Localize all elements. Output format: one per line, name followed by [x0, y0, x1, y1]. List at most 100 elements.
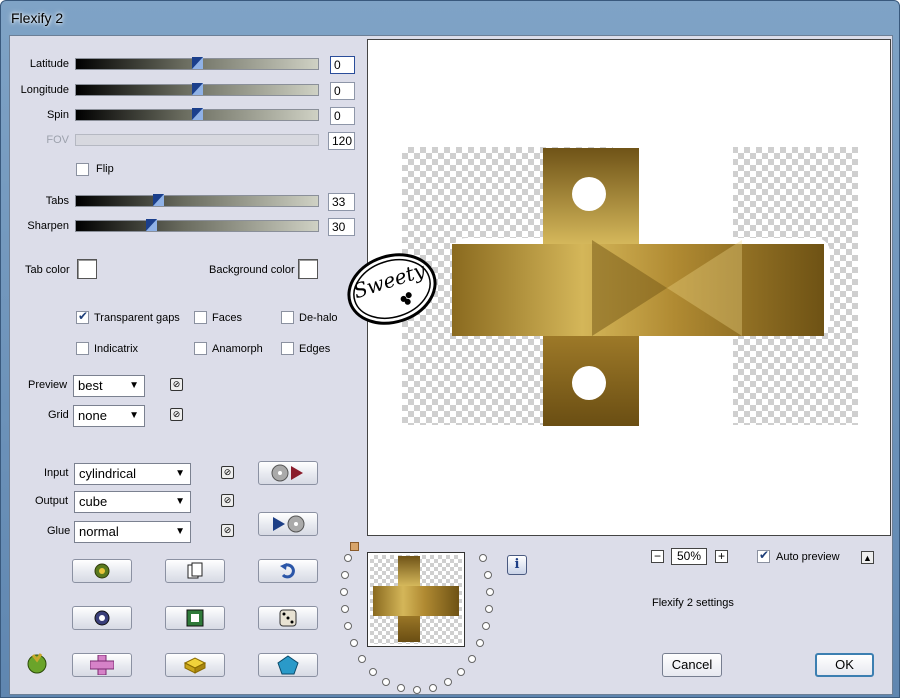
slider-thumb[interactable]	[192, 108, 203, 120]
copy-pages-icon	[187, 562, 203, 579]
background-color-swatch[interactable]	[298, 259, 318, 279]
load-settings-button[interactable]	[258, 461, 318, 485]
link-icon[interactable]: ⊘	[170, 378, 183, 391]
output-projection-select[interactable]: cube ▼	[74, 491, 191, 513]
polyhedron-button[interactable]	[258, 653, 318, 677]
faces-checkbox[interactable]	[194, 311, 207, 324]
undo-arrow-icon	[280, 563, 295, 579]
brick-button[interactable]	[165, 653, 225, 677]
longitude-slider[interactable]	[75, 83, 319, 96]
indicatrix-checkbox[interactable]	[76, 342, 89, 355]
save-settings-button[interactable]	[258, 512, 318, 536]
grid-label: Grid	[48, 409, 69, 421]
chevron-down-icon: ▼	[129, 380, 139, 391]
zoom-level-field[interactable]: 50%	[671, 548, 707, 565]
link-icon[interactable]: ⊘	[221, 524, 234, 537]
chevron-down-icon: ▼	[129, 410, 139, 421]
main-preview-canvas[interactable]: Sweety	[347, 39, 891, 536]
zoom-in-button[interactable]: +	[715, 550, 728, 563]
edges-checkbox[interactable]	[281, 342, 294, 355]
fov-slider[interactable]	[75, 134, 319, 146]
gear-globe-icon	[94, 563, 110, 579]
tabs-value-field[interactable]: 33	[328, 193, 355, 211]
copy-button[interactable]	[165, 559, 225, 583]
title-bar[interactable]: Flexify 2	[1, 1, 899, 35]
slider-thumb[interactable]	[192, 83, 203, 95]
play-disc-icon	[273, 515, 305, 533]
sphere-button[interactable]	[72, 606, 132, 630]
chevron-down-icon: ▼	[175, 526, 185, 537]
dice-icon	[279, 609, 297, 627]
indicatrix-label: Indicatrix	[94, 343, 139, 355]
slider-thumb[interactable]	[153, 194, 164, 206]
auto-preview-label: Auto preview	[776, 551, 840, 563]
ok-button[interactable]: OK	[815, 653, 874, 677]
cross-shape-button[interactable]	[72, 653, 132, 677]
ring-icon	[94, 610, 110, 626]
preview-quality-value: best	[78, 378, 103, 393]
chevron-down-icon: ▼	[175, 496, 185, 507]
disc-play-icon	[271, 464, 303, 482]
fov-label: FOV	[46, 134, 69, 146]
glue-value: normal	[79, 524, 119, 539]
chevron-down-icon: ▼	[175, 468, 185, 479]
tabs-label: Tabs	[45, 195, 69, 207]
glue-select[interactable]: normal ▼	[74, 521, 191, 543]
de-halo-label: De-halo	[299, 312, 338, 324]
latitude-slider[interactable]	[75, 57, 319, 70]
flip-checkbox[interactable]	[76, 163, 89, 176]
grid-select[interactable]: none ▼	[73, 405, 145, 427]
input-projection-value: cylindrical	[79, 466, 137, 481]
zoom-out-button[interactable]: −	[651, 550, 664, 563]
preview-label: Preview	[28, 379, 68, 391]
transparent-gaps-label: Transparent gaps	[94, 312, 180, 324]
spin-slider[interactable]	[75, 108, 319, 121]
sharpen-slider[interactable]	[75, 219, 319, 232]
faces-label: Faces	[212, 312, 242, 324]
de-halo-checkbox[interactable]	[281, 311, 294, 324]
sharpen-value-field[interactable]: 30	[328, 218, 355, 236]
random-dice-button[interactable]	[258, 606, 318, 630]
checkmark-icon: ✔	[78, 309, 89, 323]
transparent-gaps-checkbox[interactable]: ✔	[76, 309, 89, 324]
pentagon-icon	[277, 655, 299, 675]
window-title: Flexify 2	[11, 10, 64, 26]
brick-icon	[183, 657, 207, 674]
link-icon[interactable]: ⊘	[221, 494, 234, 507]
input-projection-select[interactable]: cylindrical ▼	[74, 463, 191, 485]
spin-value-field[interactable]: 0	[330, 107, 355, 125]
tabs-slider[interactable]	[75, 194, 319, 207]
hole	[572, 177, 606, 211]
dialog-body: Latitude 0 Longitude 0 Spin 0 FOV 120 Fl…	[9, 35, 893, 695]
link-icon[interactable]: ⊘	[221, 466, 234, 479]
fold-shading	[592, 240, 742, 336]
orbit-dots	[338, 544, 498, 694]
checkmark-icon: ✔	[759, 548, 770, 562]
frame-button[interactable]	[165, 606, 225, 630]
hole	[572, 366, 606, 400]
link-icon[interactable]: ⊘	[170, 408, 183, 421]
tab-color-swatch[interactable]	[77, 259, 97, 279]
plugin-logo-icon	[24, 650, 50, 674]
info-icon[interactable]: i	[507, 555, 527, 575]
anamorph-checkbox[interactable]	[194, 342, 207, 355]
latitude-value-field[interactable]: 0	[330, 56, 355, 74]
cancel-button[interactable]: Cancel	[662, 653, 722, 677]
randomize-button[interactable]	[72, 559, 132, 583]
reset-button[interactable]	[258, 559, 318, 583]
preview-quality-select[interactable]: best ▼	[73, 375, 145, 397]
sharpen-label: Sharpen	[27, 220, 69, 232]
flexify-window: Flexify 2 Latitude 0 Longitude 0 Spin 0 …	[0, 0, 900, 698]
collapse-up-icon[interactable]: ▲	[861, 551, 874, 564]
grid-value: none	[78, 408, 107, 423]
slider-thumb[interactable]	[192, 57, 203, 69]
cross-icon	[90, 655, 114, 675]
fov-value-field[interactable]: 120	[328, 132, 355, 150]
settings-caption: Flexify 2 settings	[652, 597, 734, 609]
input-label: Input	[44, 467, 69, 479]
background-color-label: Background color	[209, 264, 295, 276]
slider-thumb[interactable]	[146, 219, 157, 231]
auto-preview-checkbox[interactable]: ✔	[757, 548, 770, 563]
output-projection-value: cube	[79, 494, 108, 509]
longitude-value-field[interactable]: 0	[330, 82, 355, 100]
